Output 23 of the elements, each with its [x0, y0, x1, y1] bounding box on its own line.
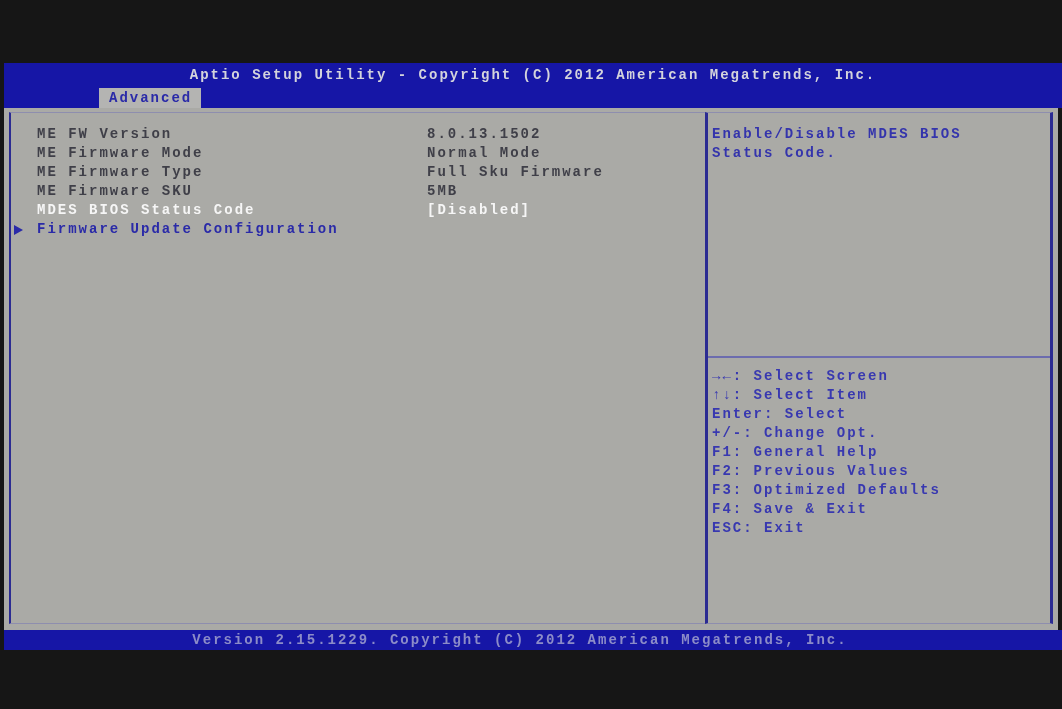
key-hint: ESC: Exit: [712, 519, 806, 538]
setting-label: ME Firmware SKU: [37, 183, 194, 199]
setting-label[interactable]: Firmware Update Configuration: [37, 221, 339, 237]
window-title: Aptio Setup Utility - Copyright (C) 2012 American Megatrends, Inc.: [189, 66, 877, 85]
setting-value: 8.0.13.1502: [427, 125, 542, 144]
setting-value: Normal Mode: [427, 144, 542, 163]
key-hint: F4: Save & Exit: [712, 500, 869, 519]
help-text: Enable/Disable MDES BIOS Status Code.: [712, 125, 963, 163]
setting-label: ME FW Version: [37, 126, 173, 142]
setting-value: 5MB: [427, 182, 459, 201]
setting-value: Full Sku Firmware: [427, 163, 604, 182]
setting-label: ME Firmware Mode: [37, 145, 204, 161]
setting-label: ME Firmware Type: [37, 164, 204, 180]
tab[interactable]: Advanced: [99, 88, 202, 108]
key-hint: F1: General Help: [712, 443, 879, 462]
version-text: Version 2.15.1229. Copyright (C) 2012 American Megatrends, Inc.: [192, 630, 848, 650]
key-hint: ↑↓: Select Item: [712, 386, 869, 405]
key-hint: F2: Previous Values: [712, 462, 910, 481]
key-hint: Enter: Select: [712, 405, 848, 424]
key-hint: F3: Optimized Defaults: [712, 481, 941, 500]
key-hint: +/-: Change Opt.: [712, 424, 879, 443]
key-hint: →←: Select Screen: [712, 367, 889, 386]
caret-icon: [14, 224, 23, 235]
